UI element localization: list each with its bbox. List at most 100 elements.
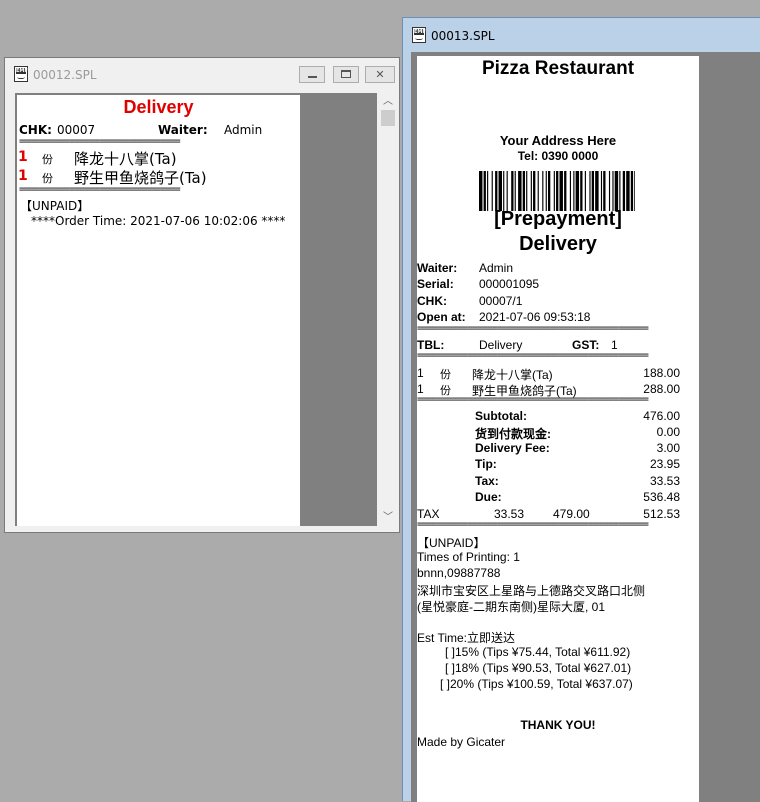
separator: ================================ [19, 187, 181, 193]
window-title: 00012.SPL [33, 68, 97, 82]
total-value: 23.95 [649, 457, 680, 471]
footer-credit: Made by Gicater [417, 735, 506, 749]
total-label: Delivery Fee: [475, 441, 550, 455]
barcode-bar [514, 171, 516, 211]
item-qty: 1 [18, 149, 28, 165]
total-value: 536.48 [643, 490, 680, 504]
item-price: 288.00 [643, 382, 680, 396]
emf-icon: EMF [412, 27, 426, 43]
emf-icon: EMF [14, 66, 28, 82]
payment-status: 【UNPAID】 [417, 536, 486, 550]
barcode-bar [483, 171, 486, 211]
tbl-value: Delivery [479, 338, 523, 352]
barcode [479, 171, 635, 211]
info-label: Serial: [417, 277, 454, 291]
scroll-up-icon[interactable]: ︿ [379, 93, 397, 110]
total-label: Subtotal: [475, 409, 527, 423]
barcode-bar [537, 171, 539, 211]
window-title: 00013.SPL [431, 29, 495, 43]
total-value: 3.00 [656, 441, 680, 455]
barcode-bar [559, 171, 563, 211]
maximize-button[interactable] [333, 66, 359, 83]
barcode-bar [487, 171, 489, 211]
vertical-scrollbar[interactable]: ︿ ﹀ [379, 93, 397, 526]
scroll-down-icon[interactable]: ﹀ [379, 509, 397, 526]
document-view: Delivery CHK: 00007 Waiter: Admin ======… [15, 93, 377, 526]
separator: ================================ [19, 139, 181, 145]
waiter-label: Waiter: [158, 123, 208, 137]
barcode-bar [503, 171, 505, 211]
info-label: Open at: [417, 310, 466, 324]
receipt-heading: Delivery [123, 97, 194, 117]
tip-option: [ ]18% (Tips ¥90.53, Total ¥627.01) [445, 661, 632, 675]
barcode-bar [614, 171, 619, 211]
restaurant-tel: Tel: 0390 0000 [517, 149, 599, 163]
tax-label: TAX [417, 507, 440, 521]
tax-total: 512.53 [643, 507, 680, 521]
barcode-bar [526, 171, 528, 211]
est-time: Est Time:立即送达 [417, 631, 516, 645]
barcode-bar [506, 171, 508, 211]
chk-label: CHK: [19, 123, 52, 137]
item-name: 降龙十八掌(Ta) [472, 368, 553, 382]
item-unit: 份 [42, 172, 53, 185]
spl-window-00012[interactable]: EMF 00012.SPL ✕ Delivery CHK: 00007 Wait… [4, 57, 400, 533]
barcode-bar [595, 171, 599, 211]
separator: ========================================… [417, 522, 649, 528]
tax-amount: 33.53 [494, 507, 525, 521]
close-button[interactable]: ✕ [365, 66, 395, 83]
total-label: Tip: [475, 457, 497, 471]
restaurant-name: Pizza Restaurant [481, 58, 635, 79]
barcode-bar [630, 171, 634, 211]
barcode-bar [600, 171, 603, 211]
item-qty: 1 [417, 382, 424, 396]
customer-address: (星悦豪庭-二期东南侧)星际大厦, 01 [417, 600, 606, 614]
customer-address: 深圳市宝安区上星路与上德路交叉路口北侧 [417, 584, 646, 598]
item-qty: 1 [417, 366, 424, 380]
total-value: 476.00 [643, 409, 680, 423]
barcode-bar [479, 171, 483, 211]
barcode-bar [622, 171, 626, 211]
minimize-icon [308, 76, 317, 78]
total-value: 0.00 [656, 425, 680, 439]
chk-value: 00007 [57, 123, 96, 137]
minimize-button[interactable] [299, 66, 325, 83]
info-value: 2021-07-06 09:53:18 [479, 310, 591, 324]
barcode-bar [619, 171, 621, 211]
barcode-bar [575, 171, 580, 211]
scroll-thumb[interactable] [381, 110, 395, 126]
barcode-bar [589, 171, 591, 211]
spl-window-00013[interactable]: EMF 00013.SPL Pizza Restaurant Your Addr… [402, 17, 760, 802]
waiter-value: Admin [224, 123, 263, 137]
barcode-bar [564, 171, 567, 211]
order-type: Delivery [519, 233, 597, 255]
info-label: CHK: [417, 294, 447, 308]
barcode-bar [612, 171, 614, 211]
info-value: Admin [479, 261, 514, 275]
barcode-bar [498, 171, 502, 211]
tbl-label: TBL: [417, 338, 445, 352]
title-bar[interactable]: EMF 00012.SPL ✕ [5, 58, 399, 90]
order-time: ****Order Time: 2021-07-06 10:02:06 **** [31, 214, 286, 228]
barcode-bar [495, 171, 498, 211]
thank-you: THANK YOU! [520, 718, 596, 732]
prepayment-label: [Prepayment] [494, 208, 622, 230]
barcode-bar [533, 171, 536, 211]
receipt-page: Pizza Restaurant Your Address Here Tel: … [417, 56, 699, 802]
title-bar[interactable]: EMF 00013.SPL [403, 18, 760, 52]
barcode-bar [580, 171, 583, 211]
barcode-bar [569, 171, 571, 211]
barcode-bar [491, 171, 493, 211]
barcode-bar [548, 171, 551, 211]
tip-option: [ ]15% (Tips ¥75.44, Total ¥611.92) [445, 645, 631, 659]
item-price: 188.00 [643, 366, 680, 380]
item-unit: 份 [440, 369, 451, 381]
times-printing: Times of Printing: 1 [417, 550, 520, 564]
barcode-bar [542, 171, 544, 211]
barcode-bar [518, 171, 522, 211]
tax-base: 479.00 [553, 507, 590, 521]
barcode-bar [608, 171, 611, 211]
total-label: 货到付款现金: [475, 427, 551, 441]
barcode-bar [522, 171, 525, 211]
item-unit: 份 [440, 385, 451, 397]
